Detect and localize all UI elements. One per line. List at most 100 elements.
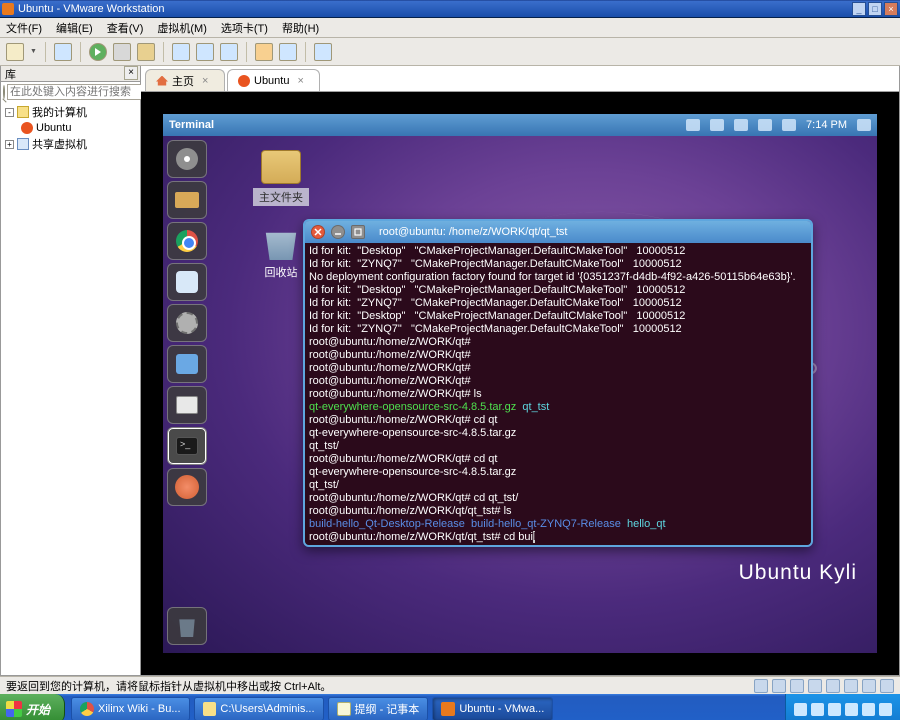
tb-thumbnails-icon[interactable]	[314, 43, 332, 61]
launcher-chrome[interactable]	[167, 222, 207, 260]
tab-home-close[interactable]: ×	[202, 75, 214, 87]
tray-icon[interactable]	[794, 703, 807, 716]
terminal-maximize-button[interactable]	[351, 225, 365, 239]
status-hdd-icon[interactable]	[754, 679, 768, 693]
task-icon	[441, 702, 455, 716]
status-sound-icon[interactable]	[826, 679, 840, 693]
launcher-appearance[interactable]	[167, 345, 207, 383]
chrome-icon	[176, 230, 198, 252]
search-icon	[3, 85, 5, 99]
status-display-icon[interactable]	[862, 679, 876, 693]
mail-icon[interactable]	[686, 119, 700, 131]
xp-close-button[interactable]: ×	[884, 2, 898, 16]
tb-play-icon[interactable]	[89, 43, 107, 61]
dash-icon	[176, 148, 198, 170]
xp-minimize-button[interactable]: _	[852, 2, 866, 16]
gear-icon[interactable]	[857, 119, 871, 131]
library-search-input[interactable]	[7, 84, 155, 100]
start-button[interactable]: 开始	[0, 694, 65, 720]
menu-file[interactable]: 文件(F)	[6, 20, 42, 36]
launcher-updater[interactable]	[167, 468, 207, 506]
kylin-brand: Ubuntu Kyli	[739, 561, 857, 585]
tb-snapshot-icon[interactable]	[172, 43, 190, 61]
tray-icon[interactable]	[879, 703, 892, 716]
trash-icon	[176, 615, 198, 637]
network-icon[interactable]	[710, 119, 724, 131]
xp-window-title: Ubuntu - VMware Workstation	[18, 3, 165, 15]
windows-flag-icon	[6, 701, 22, 717]
terminal-window[interactable]: root@ubuntu: /home/z/WORK/qt/qt_tst Id f…	[303, 219, 813, 547]
updater-icon	[175, 475, 199, 499]
status-net-icon[interactable]	[790, 679, 804, 693]
tb-unity-icon[interactable]	[279, 43, 297, 61]
tb-library-icon[interactable]	[6, 43, 24, 61]
text-icon	[176, 396, 198, 414]
launcher-mail[interactable]	[167, 263, 207, 301]
status-printer-icon[interactable]	[844, 679, 858, 693]
tb-snapshot-manager-icon[interactable]	[220, 43, 238, 61]
menu-vm[interactable]: 虚拟机(M)	[157, 20, 207, 36]
tray-icon[interactable]	[828, 703, 841, 716]
tray-icon[interactable]	[845, 703, 858, 716]
launcher-trash[interactable]	[167, 607, 207, 645]
library-tree[interactable]: -我的计算机 Ubuntu +共享虚拟机	[1, 102, 140, 154]
xp-system-tray[interactable]	[785, 694, 900, 720]
computer-icon	[17, 106, 29, 118]
desktop-trash[interactable]: 回收站	[253, 226, 309, 280]
ubuntu-icon	[21, 122, 33, 134]
task-button[interactable]: 提纲 - 记事本	[328, 697, 429, 720]
launcher-files[interactable]	[167, 181, 207, 219]
status-cd-icon[interactable]	[772, 679, 786, 693]
mail-app-icon	[176, 271, 198, 293]
tab-home[interactable]: 主页 ×	[145, 69, 225, 91]
xp-maximize-button[interactable]: □	[868, 2, 882, 16]
tb-reset-icon[interactable]	[137, 43, 155, 61]
tb-power-icon[interactable]	[54, 43, 72, 61]
menu-tabs[interactable]: 选项卡(T)	[221, 20, 268, 36]
library-close-button[interactable]: ×	[124, 66, 138, 80]
home-folder-icon	[261, 150, 301, 184]
tab-ubuntu-close[interactable]: ×	[297, 75, 309, 87]
task-button[interactable]: C:\Users\Adminis...	[194, 697, 324, 720]
desktop-home-folder[interactable]: 主文件夹	[253, 150, 309, 206]
menu-edit[interactable]: 编辑(E)	[56, 20, 93, 36]
tb-snapshot2-icon[interactable]	[196, 43, 214, 61]
launcher-text[interactable]	[167, 386, 207, 424]
task-button[interactable]: Xilinx Wiki - Bu...	[71, 697, 190, 720]
desk-trash-icon	[262, 226, 300, 260]
settings-icon	[176, 312, 198, 334]
terminal-body[interactable]: Id for kit: "Desktop" "CMakeProjectManag…	[305, 243, 811, 545]
tray-icon[interactable]	[811, 703, 824, 716]
vmware-icon	[2, 3, 14, 15]
tray-icon[interactable]	[862, 703, 875, 716]
menu-help[interactable]: 帮助(H)	[282, 20, 319, 36]
shared-icon	[17, 138, 29, 150]
folder-icon	[175, 192, 199, 208]
status-msg-icon[interactable]	[880, 679, 894, 693]
tab-home-label: 主页	[172, 73, 194, 89]
tb-fullscreen-icon[interactable]	[255, 43, 273, 61]
keyboard-icon[interactable]	[734, 119, 748, 131]
terminal-minimize-button[interactable]	[331, 225, 345, 239]
home-icon	[156, 76, 168, 86]
status-usb-icon[interactable]	[808, 679, 822, 693]
sound-icon[interactable]	[782, 119, 796, 131]
task-button[interactable]: Ubuntu - VMwa...	[432, 697, 553, 720]
terminal-titlebar[interactable]: root@ubuntu: /home/z/WORK/qt/qt_tst	[305, 221, 811, 243]
bluetooth-icon[interactable]	[758, 119, 772, 131]
tb-pause-icon[interactable]	[113, 43, 131, 61]
status-text: 要返回到您的计算机，请将鼠标指针从虚拟机中移出或按 Ctrl+Alt。	[6, 678, 331, 694]
topbar-app-title: Terminal	[169, 119, 214, 131]
clock[interactable]: 7:14 PM	[806, 119, 847, 131]
launcher-settings[interactable]	[167, 304, 207, 342]
launcher-dash[interactable]	[167, 140, 207, 178]
terminal-icon	[176, 437, 198, 455]
terminal-title: root@ubuntu: /home/z/WORK/qt/qt_tst	[379, 226, 567, 238]
terminal-close-button[interactable]	[311, 225, 325, 239]
menu-view[interactable]: 查看(V)	[107, 20, 144, 36]
tab-ubuntu[interactable]: Ubuntu ×	[227, 69, 320, 91]
launcher-terminal[interactable]	[167, 427, 207, 465]
appearance-icon	[176, 354, 198, 374]
library-header: 库 ×	[1, 66, 140, 82]
ubuntu-desktop[interactable]: Terminal 7:14 PM	[163, 114, 877, 653]
